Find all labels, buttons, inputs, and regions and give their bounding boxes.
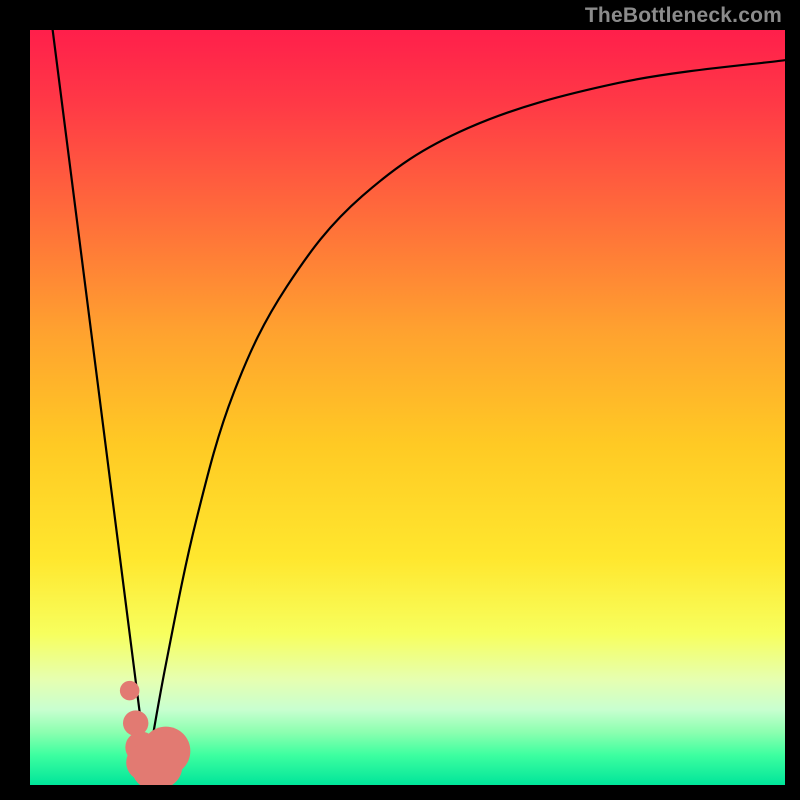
chart-frame: TheBottleneck.com [0, 0, 800, 800]
data-markers [120, 681, 190, 785]
curve-left-branch [53, 30, 147, 770]
data-marker [123, 710, 148, 735]
data-marker [141, 727, 190, 776]
watermark-text: TheBottleneck.com [585, 4, 782, 28]
plot-area [30, 30, 785, 785]
data-marker [120, 681, 140, 701]
curve-layer [30, 30, 785, 785]
curve-right-branch [147, 60, 785, 770]
